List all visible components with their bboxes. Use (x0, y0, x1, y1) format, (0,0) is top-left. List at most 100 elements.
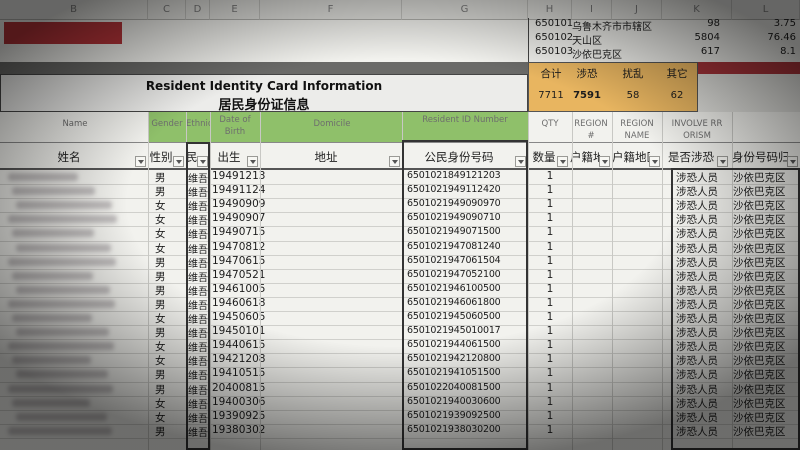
column-gridline (662, 112, 663, 450)
cell-qty: 1 (546, 269, 554, 281)
summary-right-gray (698, 74, 800, 112)
cell-dob: 19470812 (212, 241, 266, 253)
cell-qty: 1 (546, 297, 554, 309)
blurred-name (8, 300, 115, 308)
blurred-name (12, 314, 92, 322)
column-header-b[interactable]: B (0, 0, 148, 20)
cell-gender: 男 (155, 299, 166, 311)
summary-label: 其它 (666, 68, 688, 80)
region-code: 650103 (535, 46, 574, 57)
summary-red-bar (698, 62, 800, 74)
column-header-d[interactable]: D (186, 0, 210, 20)
filter-dropdown-icon[interactable] (247, 156, 258, 167)
column-header-g[interactable]: G (402, 0, 528, 20)
cell-dob: 19470615 (212, 255, 266, 267)
cell-qty: 1 (546, 339, 554, 351)
column-gridline (528, 112, 529, 450)
blurred-name (16, 201, 112, 209)
filter-dropdown-icon[interactable] (135, 156, 146, 167)
column-gridline (260, 112, 261, 450)
cell-gender: 女 (155, 214, 166, 226)
filter-dropdown-icon[interactable] (599, 156, 610, 167)
cell-dob: 19421208 (212, 353, 266, 365)
ethnic-outline (186, 142, 210, 450)
column-gridline (572, 112, 573, 450)
header-domicile-en: Domicile (313, 119, 351, 129)
region-ratio: 76.46 (767, 32, 796, 43)
column-header-k[interactable]: K (662, 0, 732, 20)
summary-label: 合计 (540, 68, 562, 80)
blurred-name (8, 342, 114, 350)
column-header-i[interactable]: I (572, 0, 612, 20)
summary-label: 扰乱 (622, 68, 644, 80)
header-name-en: Name (62, 119, 88, 129)
region-name: 沙依巴克区 (572, 50, 622, 61)
filter-dropdown-icon[interactable] (787, 156, 798, 167)
cell-qty: 1 (546, 410, 554, 422)
blurred-name (12, 229, 94, 237)
filter-dropdown-icon[interactable] (717, 156, 728, 167)
cell-dob: 19490715 (212, 226, 266, 238)
cell-gender: 女 (155, 412, 166, 424)
blurred-name (8, 215, 117, 223)
cell-qty: 1 (546, 367, 554, 379)
cell-dob: 19490907 (212, 212, 266, 224)
blurred-name (12, 399, 90, 407)
filter-dropdown-icon[interactable] (389, 156, 400, 167)
header-ethnic-en: Ethnicit (186, 119, 210, 129)
blurred-name (16, 413, 107, 421)
blurred-name (8, 258, 116, 266)
region-ratio: 8.1 (780, 46, 796, 57)
cell-gender: 男 (155, 186, 166, 198)
blurred-name (16, 286, 110, 294)
header-region-no-cn: 户籍地区号 (570, 150, 600, 164)
header-region-no-en: REGION # (574, 119, 608, 141)
cell-qty: 1 (546, 241, 554, 253)
redacted-block (4, 22, 122, 44)
cell-dob: 19491213 (212, 170, 266, 182)
blurred-name (8, 385, 113, 393)
column-header-h[interactable]: H (528, 0, 572, 20)
cell-gender: 男 (155, 257, 166, 269)
column-gridline (210, 112, 211, 450)
filter-dropdown-icon[interactable] (557, 156, 568, 167)
blurred-name (8, 173, 78, 181)
column-header-j[interactable]: J (612, 0, 662, 20)
cell-qty: 1 (546, 396, 554, 408)
region-count: 617 (700, 46, 720, 57)
header-gender-cn: 性别 (149, 150, 173, 164)
cell-dob: 20400815 (212, 382, 266, 394)
cell-gender: 男 (155, 426, 166, 438)
header-qty-cn: 数量 (532, 150, 556, 164)
blurred-name (12, 272, 93, 280)
header-gender-en: Gender (151, 119, 183, 129)
cell-dob: 19491124 (212, 184, 266, 196)
cell-qty: 1 (546, 170, 554, 182)
region-table-border (528, 18, 529, 62)
column-header-l[interactable]: L (732, 0, 800, 20)
cell-qty: 1 (546, 184, 554, 196)
region-count: 98 (707, 18, 720, 29)
summary-value: 58 (626, 90, 640, 101)
header-region-name-cn: 户籍地区号名称 (612, 150, 650, 164)
filter-dropdown-icon[interactable] (173, 156, 184, 167)
summary-label: 涉恐 (576, 68, 598, 80)
column-header-f[interactable]: F (260, 0, 402, 20)
header-name-cn: 姓名 (57, 150, 81, 164)
id-outline (402, 140, 528, 450)
cell-dob: 19461005 (212, 283, 266, 295)
column-header-e[interactable]: E (210, 0, 260, 20)
column-header-c[interactable]: C (148, 0, 186, 20)
region-name: 天山区 (572, 36, 602, 47)
cell-gender: 女 (155, 355, 166, 367)
header-qty-en: QTY (541, 119, 559, 129)
header-involved-cn: 是否涉恐 (668, 150, 714, 164)
header-dob-cn: 出生 (217, 150, 241, 164)
cell-dob: 19490909 (212, 198, 266, 210)
header-region-name-en: REGION NAME (620, 119, 654, 141)
blurred-name (8, 427, 112, 435)
filter-dropdown-icon[interactable] (649, 156, 660, 167)
summary-block: 合计 7711 涉恐 7591 扰乱 58 其它 62 (528, 62, 698, 112)
cell-qty: 1 (546, 353, 554, 365)
header-divider (0, 142, 800, 143)
